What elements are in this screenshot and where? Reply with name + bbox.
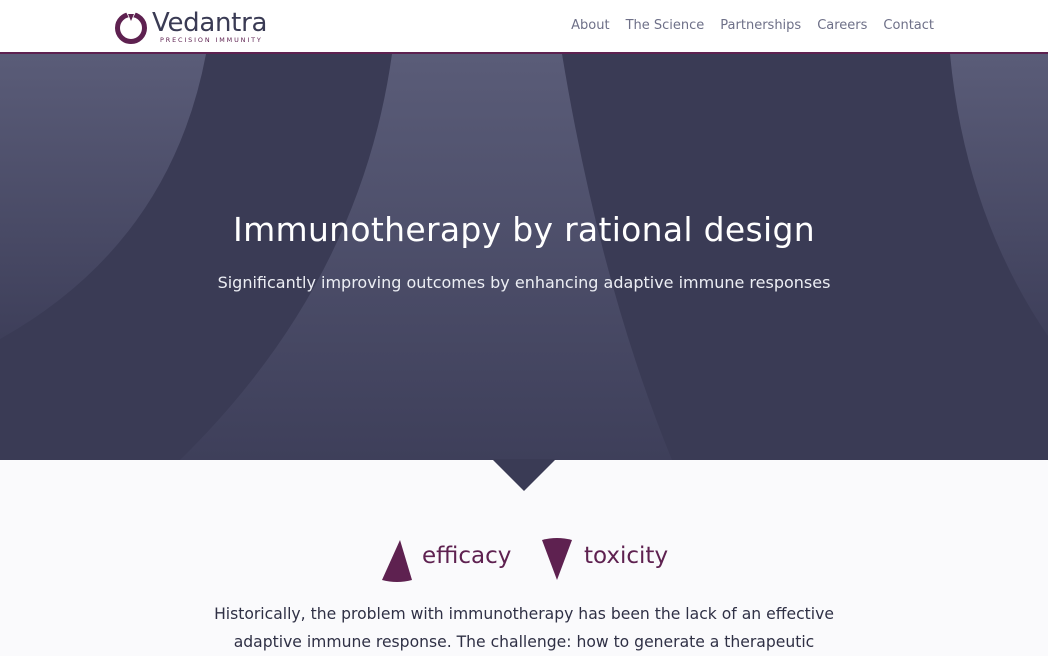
intro-paragraph: Historically, the problem with immunothe… bbox=[214, 605, 834, 651]
brand-name: Vedantra bbox=[152, 8, 268, 38]
logo[interactable]: Vedantra PRECISION IMMUNITY bbox=[114, 8, 274, 47]
efficacy-toxicity-row: efficacy toxicity bbox=[380, 536, 680, 586]
triangle-up-icon bbox=[382, 540, 412, 582]
hero-subtitle: Significantly improving outcomes by enha… bbox=[217, 273, 831, 292]
hero-background-shapes bbox=[0, 54, 1048, 460]
nav-partnerships[interactable]: Partnerships bbox=[720, 18, 801, 33]
nav-contact[interactable]: Contact bbox=[883, 18, 934, 33]
site-header: Vedantra PRECISION IMMUNITY About The Sc… bbox=[0, 0, 1048, 54]
efficacy-label: efficacy bbox=[422, 543, 512, 569]
nav-careers[interactable]: Careers bbox=[817, 18, 867, 33]
hero-title: Immunotherapy by rational design bbox=[233, 210, 815, 249]
brand-tagline: PRECISION IMMUNITY bbox=[160, 36, 263, 44]
triangle-down-icon bbox=[542, 538, 572, 580]
nav-about[interactable]: About bbox=[571, 18, 609, 33]
nav-the-science[interactable]: The Science bbox=[626, 18, 705, 33]
hero-pointer bbox=[492, 459, 556, 491]
main-nav: About The Science Partnerships Careers C… bbox=[555, 18, 934, 33]
hero-banner: Immunotherapy by rational design Signifi… bbox=[0, 54, 1048, 460]
logo-ring-icon bbox=[115, 10, 147, 44]
toxicity-label: toxicity bbox=[584, 543, 669, 569]
